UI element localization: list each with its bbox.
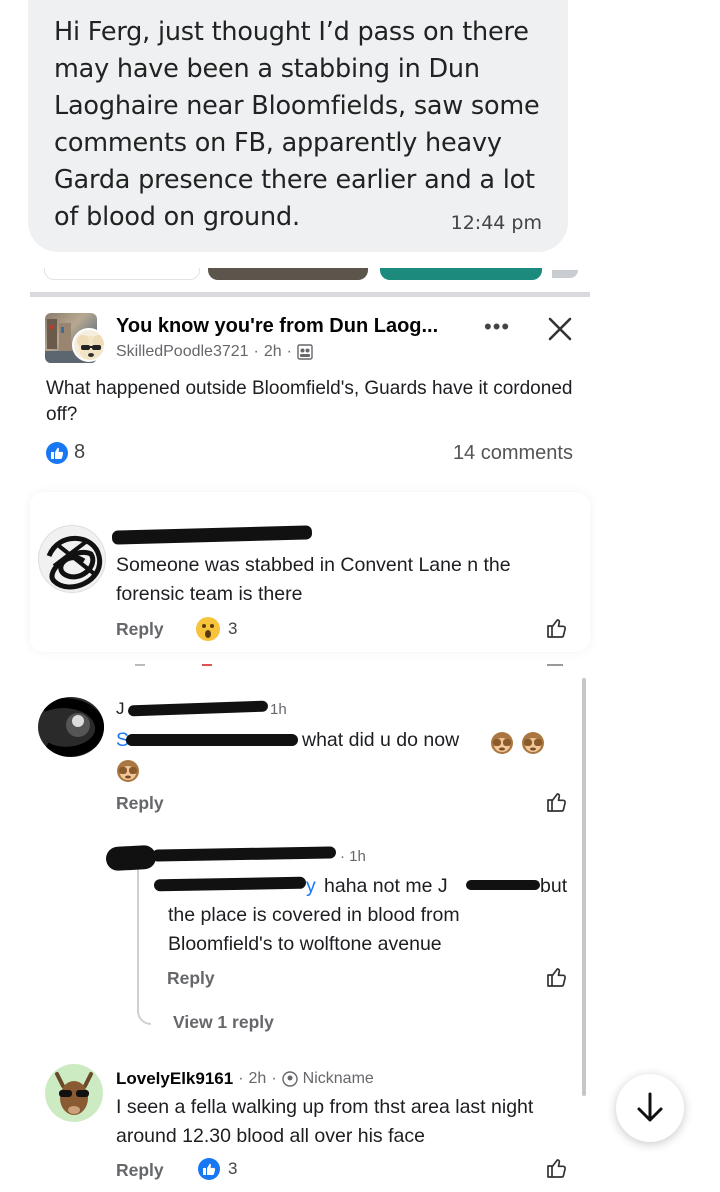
- comment-text: I seen a fella walking up from thst area…: [116, 1096, 534, 1147]
- mention-tail[interactable]: y: [306, 872, 316, 901]
- more-options-icon[interactable]: •••: [484, 314, 510, 340]
- comment-time: · 1h: [340, 848, 366, 865]
- like-count: 8: [74, 441, 86, 463]
- post-body: What happened outside Bloomfield's, Guar…: [46, 378, 573, 425]
- like-reaction-icon: [46, 441, 68, 464]
- chip-edge: [552, 270, 578, 278]
- commenter-name[interactable]: LovelyElk9161: [116, 1069, 233, 1089]
- reply-thread-line: [137, 860, 151, 1025]
- comment-text: Someone was stabbed in Convent Lane n th…: [116, 554, 511, 605]
- reply-button[interactable]: Reply: [116, 1160, 164, 1181]
- reaction-count: 3: [228, 1159, 238, 1178]
- see-no-evil-monkey-icon: [521, 731, 545, 755]
- comment-meta: LovelyElk9161 · 2h · Nickname: [116, 1069, 374, 1089]
- comment-time: 2h: [248, 1070, 267, 1087]
- redacted-avatar: [105, 844, 157, 872]
- divider-marks: [135, 664, 565, 666]
- post-meta: SkilledPoodle3721 · 2h ·: [116, 343, 313, 361]
- chip-left[interactable]: [44, 268, 200, 280]
- redacted-name: [466, 880, 540, 890]
- chip-middle[interactable]: [208, 268, 368, 280]
- reply-button[interactable]: Reply: [116, 793, 164, 814]
- comment-reactions[interactable]: 3: [196, 617, 237, 641]
- wow-reaction-icon: [196, 617, 220, 641]
- commenter-name-visible[interactable]: J: [116, 694, 125, 723]
- like-button-icon[interactable]: [545, 616, 569, 640]
- scroll-to-bottom-button[interactable]: [616, 1074, 684, 1142]
- message-timestamp: 12:44 pm: [450, 212, 542, 234]
- meta-separator: ·: [271, 1070, 277, 1087]
- reply-text: the place is covered in blood from Bloom…: [168, 904, 460, 955]
- reply-text-start: haha not me J: [324, 875, 448, 897]
- redacted-mention: [126, 734, 298, 746]
- like-button-icon[interactable]: [545, 965, 569, 989]
- reply-button[interactable]: Reply: [116, 619, 164, 640]
- redacted-name: [151, 846, 337, 862]
- post-author[interactable]: SkilledPoodle3721: [116, 343, 249, 361]
- comments-count[interactable]: 14 comments: [453, 442, 573, 465]
- commenter-avatar[interactable]: [45, 1064, 103, 1122]
- scrollbar[interactable]: [582, 678, 586, 1096]
- chip-right[interactable]: [380, 268, 542, 280]
- commenter-avatar[interactable]: [38, 525, 106, 593]
- reaction-count: 3: [228, 619, 238, 638]
- like-reaction-icon: [198, 1158, 220, 1180]
- message-bubble[interactable]: Hi Ferg, just thought I’d pass on there …: [28, 0, 568, 252]
- group-name[interactable]: You know you're from Dun Laog...: [116, 315, 438, 338]
- see-no-evil-monkey-icon: [116, 759, 140, 783]
- redacted-name: [127, 700, 269, 717]
- like-button-icon[interactable]: [545, 1156, 569, 1180]
- comment-text: what did u do now: [302, 729, 460, 751]
- commenter-avatar[interactable]: [38, 697, 104, 757]
- see-no-evil-monkey-icon: [490, 731, 514, 755]
- reply-time: 1h: [349, 848, 366, 865]
- nickname-badge: Nickname: [302, 1070, 374, 1087]
- view-replies-link[interactable]: View 1 reply: [173, 1012, 274, 1033]
- arrow-down-icon: [637, 1092, 663, 1122]
- meta-separator: ·: [286, 343, 292, 360]
- message-text: Hi Ferg, just thought I’d pass on there …: [54, 17, 540, 232]
- nickname-badge-icon: [281, 1071, 298, 1087]
- close-icon[interactable]: [546, 315, 574, 343]
- post-time: 2h: [263, 343, 282, 360]
- group-members-icon: [297, 344, 313, 360]
- like-button-icon[interactable]: [545, 790, 569, 814]
- post-reactions[interactable]: 8: [46, 441, 85, 464]
- reply-button[interactable]: Reply: [167, 968, 215, 989]
- comment-time: 1h: [270, 701, 287, 718]
- meta-separator: ·: [253, 343, 259, 360]
- meta-separator: ·: [238, 1070, 244, 1087]
- comment-reactions[interactable]: 3: [198, 1158, 237, 1180]
- post-divider: [30, 292, 590, 297]
- poster-avatar[interactable]: [72, 328, 106, 362]
- reply-text-but: but: [540, 875, 568, 897]
- redacted-mention: [153, 876, 307, 892]
